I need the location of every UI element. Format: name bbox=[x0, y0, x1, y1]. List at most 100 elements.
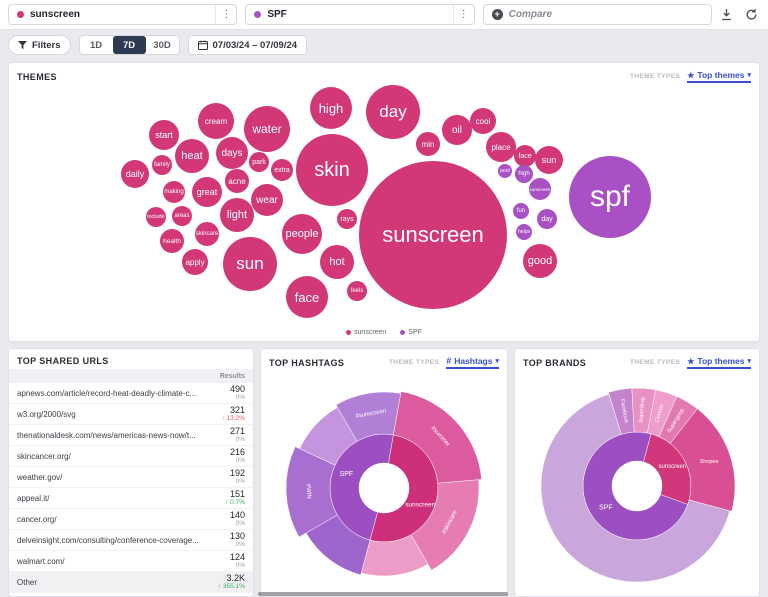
theme-bubble-face[interactable]: face bbox=[514, 145, 536, 167]
chart-legend: sunscreen SPF bbox=[9, 329, 759, 336]
theme-bubble-cool[interactable]: cool bbox=[470, 108, 496, 134]
legend-item-sunscreen[interactable]: sunscreen bbox=[346, 329, 386, 336]
url-link[interactable]: Other bbox=[17, 578, 218, 587]
theme-bubble-start[interactable]: start bbox=[149, 120, 179, 150]
theme-bubble-great[interactable]: great bbox=[192, 177, 222, 207]
result-count: 216 bbox=[230, 447, 245, 457]
theme-bubble-sun[interactable]: sun bbox=[223, 237, 277, 291]
kebab-menu-icon[interactable]: ⋮ bbox=[215, 5, 236, 24]
kebab-menu-icon[interactable]: ⋮ bbox=[453, 5, 474, 24]
theme-bubble-sunscreen[interactable]: sunscreen bbox=[359, 161, 507, 309]
theme-bubble-helps[interactable]: helps bbox=[516, 224, 532, 240]
theme-bubble-extra[interactable]: extra bbox=[271, 159, 293, 181]
hashtags-dropdown[interactable]: # Hashtags ▾ bbox=[446, 356, 499, 369]
theme-bubble-making[interactable]: making bbox=[163, 181, 185, 203]
theme-bubble-family[interactable]: family bbox=[152, 155, 172, 175]
table-row: w3.org/2000/svg321↑ 13.2% bbox=[9, 404, 253, 425]
result-cell: 1400% bbox=[230, 510, 245, 528]
theme-bubble-sun[interactable]: sun bbox=[535, 146, 563, 174]
star-icon: ★ bbox=[687, 71, 694, 80]
theme-bubble-fun[interactable]: fun bbox=[513, 203, 529, 219]
theme-bubble-light[interactable]: light bbox=[220, 198, 254, 232]
range-7d[interactable]: 7D bbox=[113, 36, 146, 54]
theme-types-label: THEME TYPES bbox=[389, 359, 439, 366]
hashtags-sunburst-chart: sunscreenSPF#summer#skincare#WIN#sunscre… bbox=[261, 372, 507, 594]
url-link[interactable]: walmart.com/ bbox=[17, 557, 230, 566]
theme-bubble-water[interactable]: water bbox=[244, 106, 290, 152]
table-row: delveinsight.com/consulting/conference-c… bbox=[9, 530, 253, 551]
theme-bubble-good[interactable]: good bbox=[523, 244, 557, 278]
theme-bubble-cream[interactable]: cream bbox=[198, 103, 234, 139]
result-count: 321 bbox=[222, 405, 246, 415]
theme-bubble-hot[interactable]: hot bbox=[320, 245, 354, 279]
change-percent: 0% bbox=[230, 541, 245, 549]
query-label: SPF bbox=[267, 9, 452, 20]
url-link[interactable]: weather.gov/ bbox=[17, 473, 230, 482]
dropdown-label: Top themes bbox=[697, 356, 744, 366]
date-range-picker[interactable]: 07/03/24 – 07/09/24 bbox=[188, 35, 308, 55]
result-cell: 151↑ 0.7% bbox=[225, 489, 245, 507]
brands-header: TOP BRANDS THEME TYPES ★ Top themes ▾ bbox=[515, 349, 759, 372]
compare-box[interactable]: + Compare bbox=[483, 4, 712, 25]
horizontal-scrollbar[interactable] bbox=[258, 592, 508, 596]
url-link[interactable]: delveinsight.com/consulting/conference-c… bbox=[17, 536, 230, 545]
top-themes-dropdown[interactable]: ★ Top themes ▾ bbox=[687, 356, 751, 369]
theme-bubble-face[interactable]: face bbox=[286, 276, 328, 318]
url-link[interactable]: w3.org/2000/svg bbox=[17, 410, 222, 419]
url-link[interactable]: appeal.it/ bbox=[17, 494, 225, 503]
theme-bubble-acne[interactable]: acne bbox=[225, 169, 249, 193]
range-1d[interactable]: 1D bbox=[80, 36, 113, 54]
theme-bubble-heat[interactable]: heat bbox=[175, 139, 209, 173]
theme-bubble-feels[interactable]: feels bbox=[347, 281, 367, 301]
range-30d[interactable]: 30D bbox=[146, 36, 179, 54]
result-cell: 2160% bbox=[230, 447, 245, 465]
hashtags-header: TOP HASHTAGS THEME TYPES # Hashtags ▾ bbox=[261, 349, 507, 372]
theme-bubble-daily[interactable]: daily bbox=[121, 160, 149, 188]
filter-bar: Filters 1D 7D 30D 07/03/24 – 07/09/24 bbox=[0, 30, 768, 60]
url-link[interactable]: apnews.com/article/record-heat-deadly-cl… bbox=[17, 389, 230, 398]
theme-bubble-people[interactable]: people bbox=[282, 214, 322, 254]
theme-bubble-skin[interactable]: skin bbox=[296, 134, 368, 206]
theme-bubble-health[interactable]: health bbox=[160, 229, 184, 253]
theme-bubble-areas[interactable]: areas bbox=[172, 206, 192, 226]
url-link[interactable]: thenationaldesk.com/news/americas-news-n… bbox=[17, 431, 230, 440]
theme-bubble-sunscreen[interactable]: sunscreen bbox=[529, 178, 551, 200]
theme-bubble-day[interactable]: day bbox=[366, 85, 420, 139]
result-count: 490 bbox=[230, 384, 245, 394]
url-link[interactable]: cancer.org/ bbox=[17, 515, 230, 524]
legend-item-spf[interactable]: SPF bbox=[400, 329, 422, 336]
change-percent: 0% bbox=[230, 478, 245, 486]
theme-bubble-days[interactable]: days bbox=[216, 137, 248, 169]
theme-bubble-spf[interactable]: spf bbox=[569, 156, 651, 238]
sunburst-hole bbox=[359, 463, 409, 513]
download-icon[interactable] bbox=[720, 8, 733, 21]
query-label: sunscreen bbox=[30, 9, 215, 20]
table-row: cancer.org/1400% bbox=[9, 509, 253, 530]
theme-bubble-apply[interactable]: apply bbox=[182, 249, 208, 275]
theme-bubble-high[interactable]: high bbox=[515, 165, 533, 183]
theme-bubble-high[interactable]: high bbox=[310, 87, 352, 129]
theme-bubble-skincare[interactable]: skincare bbox=[195, 222, 219, 246]
theme-bubble-min[interactable]: min bbox=[416, 132, 440, 156]
change-percent: 0% bbox=[230, 520, 245, 528]
theme-types-label: THEME TYPES bbox=[630, 73, 680, 80]
theme-bubble-include[interactable]: include bbox=[146, 207, 166, 227]
query-box-spf[interactable]: SPF ⋮ bbox=[245, 4, 474, 25]
calendar-icon bbox=[198, 40, 208, 50]
theme-bubble-park[interactable]: park bbox=[249, 152, 269, 172]
theme-bubble-wear[interactable]: wear bbox=[251, 184, 283, 216]
theme-bubble-oil[interactable]: oil bbox=[442, 115, 472, 145]
theme-bubble-day[interactable]: day bbox=[537, 209, 557, 229]
themes-header: THEMES THEME TYPES ★ Top themes ▾ bbox=[9, 63, 759, 86]
legend-label: sunscreen bbox=[354, 329, 386, 336]
query-box-sunscreen[interactable]: sunscreen ⋮ bbox=[8, 4, 237, 25]
change-percent: 0% bbox=[230, 436, 245, 444]
top-themes-dropdown[interactable]: ★ Top themes ▾ bbox=[687, 70, 751, 83]
theme-bubble-pool[interactable]: pool bbox=[498, 164, 512, 178]
url-link[interactable]: skincancer.org/ bbox=[17, 452, 230, 461]
theme-bubble-place[interactable]: place bbox=[486, 132, 516, 162]
theme-bubble-rays[interactable]: rays bbox=[337, 209, 357, 229]
filters-button[interactable]: Filters bbox=[8, 35, 71, 55]
result-count: 124 bbox=[230, 552, 245, 562]
refresh-icon[interactable] bbox=[745, 8, 758, 21]
